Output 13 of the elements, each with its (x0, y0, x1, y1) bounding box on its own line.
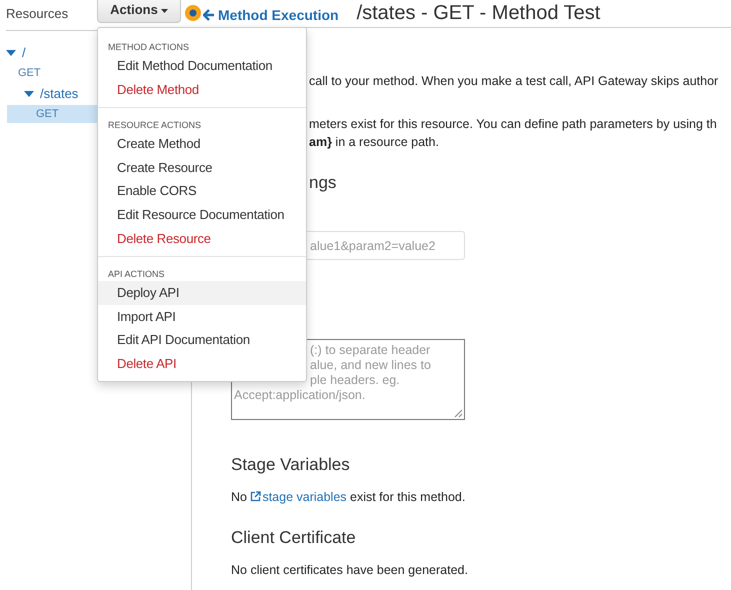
description-text: meters exist for this resource. You can define path parameters by using th (309, 116, 718, 133)
section-heading: Client Certificate (231, 528, 357, 548)
menu-section-heading: API ACTIONS (107, 268, 166, 282)
description-text: call to your method. When you make a test call, API Gateway skips author (309, 73, 720, 90)
description-text: am} in a resource path. (309, 134, 440, 151)
section-heading: ngs (309, 173, 338, 193)
menu-section-heading: RESOURCE ACTIONS (107, 119, 202, 132)
description-text: No stage variables exist for this method. (231, 489, 466, 506)
menu-section-heading: METHOD ACTIONS (107, 41, 190, 54)
sidebar-title: Resources (6, 6, 68, 21)
section-heading: Stage Variables (231, 455, 351, 475)
description-text: No client certificates have been generated. (231, 562, 469, 579)
page-title: /states - GET - Method Test (356, 2, 600, 25)
